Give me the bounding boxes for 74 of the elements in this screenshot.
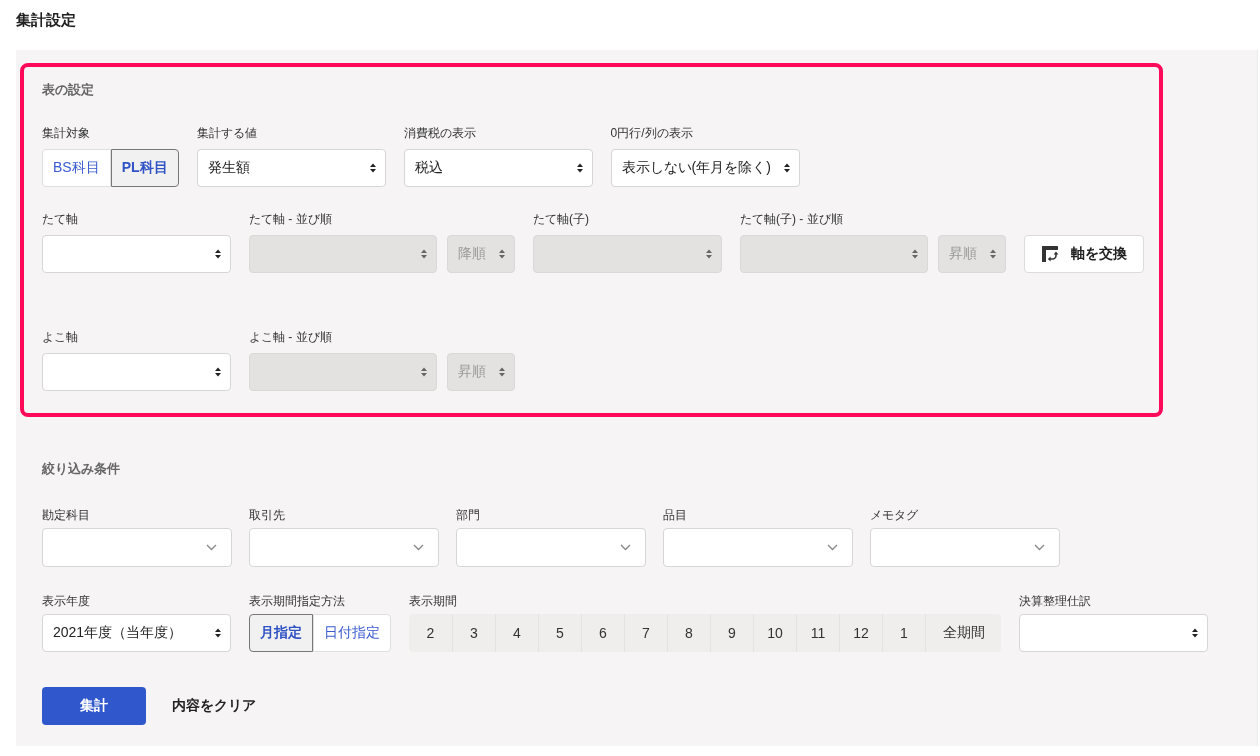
- period-option[interactable]: 4: [495, 614, 538, 652]
- field-label: 勘定科目: [42, 507, 90, 523]
- period-option[interactable]: 3: [452, 614, 495, 652]
- dropdown[interactable]: [42, 528, 232, 567]
- field-label: 表示期間指定方法: [249, 593, 345, 609]
- period-option[interactable]: 2: [409, 614, 452, 652]
- dropdown[interactable]: 2021年度（当年度）: [42, 614, 231, 652]
- period-option[interactable]: 12: [839, 614, 882, 652]
- field-label: 0円行/列の表示: [610, 125, 693, 141]
- chevron-down-icon: [620, 544, 631, 551]
- dropdown[interactable]: [42, 235, 231, 273]
- updown-arrows-icon: [421, 249, 427, 259]
- updown-arrows-icon: [215, 367, 221, 377]
- field-label: 消費税の表示: [403, 125, 476, 141]
- updown-arrows-icon: [499, 249, 505, 259]
- updown-arrows-icon: [421, 367, 427, 377]
- period-option[interactable]: 11: [796, 614, 839, 652]
- section-title: 絞り込み条件: [42, 461, 120, 477]
- field-label: 決算整理仕訳: [1019, 593, 1091, 609]
- period-option[interactable]: 8: [667, 614, 710, 652]
- period-option[interactable]: 9: [710, 614, 753, 652]
- updown-arrows-icon: [990, 249, 996, 259]
- chevron-down-icon: [413, 544, 424, 551]
- field-label: 表示期間: [409, 593, 457, 609]
- updown-arrows-icon: [215, 628, 221, 638]
- field-label: 部門: [456, 507, 480, 523]
- period-option[interactable]: 6: [581, 614, 624, 652]
- field-label: 品目: [663, 507, 687, 523]
- field-label: たて軸(子): [533, 211, 589, 227]
- updown-arrows-icon: [783, 163, 790, 173]
- segment-option[interactable]: BS科目: [42, 149, 111, 187]
- field-label: たて軸 - 並び順: [249, 211, 332, 227]
- field-label: 取引先: [249, 507, 285, 523]
- updown-arrows-icon: [499, 367, 505, 377]
- chevron-down-icon: [827, 544, 838, 551]
- field-label: 集計する値: [196, 125, 257, 141]
- segment-option[interactable]: 日付指定: [313, 614, 391, 652]
- dropdown[interactable]: [663, 528, 853, 567]
- period-option[interactable]: 7: [624, 614, 667, 652]
- dropdown[interactable]: 発生額: [196, 149, 386, 187]
- dropdown[interactable]: [249, 528, 439, 567]
- page-title: 集計設定: [16, 10, 76, 30]
- updown-arrows-icon: [215, 249, 221, 259]
- field-label: 集計対象: [42, 125, 90, 141]
- period-option[interactable]: 10: [753, 614, 796, 652]
- updown-arrows-icon: [576, 163, 583, 173]
- chevron-down-icon: [1034, 544, 1045, 551]
- field-label: よこ軸 - 並び順: [249, 329, 332, 345]
- segment-option[interactable]: 月指定: [249, 614, 313, 652]
- field-label: たて軸: [42, 211, 78, 227]
- dropdown[interactable]: 表示しない(年月を除く): [610, 149, 800, 187]
- updown-arrows-icon: [369, 163, 376, 173]
- updown-arrows-icon: [706, 249, 712, 259]
- dropdown[interactable]: 税込: [403, 149, 593, 187]
- dropdown[interactable]: [456, 528, 646, 567]
- period-option[interactable]: 全期間: [925, 614, 1001, 652]
- dropdown[interactable]: [42, 353, 231, 391]
- submit-button[interactable]: 集計: [42, 687, 146, 725]
- swap-icon: [1041, 246, 1059, 262]
- field-label: メモタグ: [870, 507, 918, 523]
- dropdown[interactable]: [870, 528, 1060, 567]
- dropdown[interactable]: [1019, 614, 1208, 652]
- swap-axes-button[interactable]: 軸を交換: [1024, 235, 1144, 273]
- clear-button[interactable]: 内容をクリア: [172, 697, 256, 715]
- period-option[interactable]: 1: [882, 614, 925, 652]
- segment-option[interactable]: PL科目: [110, 149, 179, 187]
- field-label: よこ軸: [42, 329, 78, 345]
- period-option[interactable]: 5: [538, 614, 581, 652]
- section-title: 表の設定: [42, 82, 94, 98]
- updown-arrows-icon: [912, 249, 918, 259]
- field-label: 表示年度: [42, 593, 90, 609]
- updown-arrows-icon: [1192, 628, 1198, 638]
- chevron-down-icon: [206, 544, 217, 551]
- field-label: たて軸(子) - 並び順: [740, 211, 843, 227]
